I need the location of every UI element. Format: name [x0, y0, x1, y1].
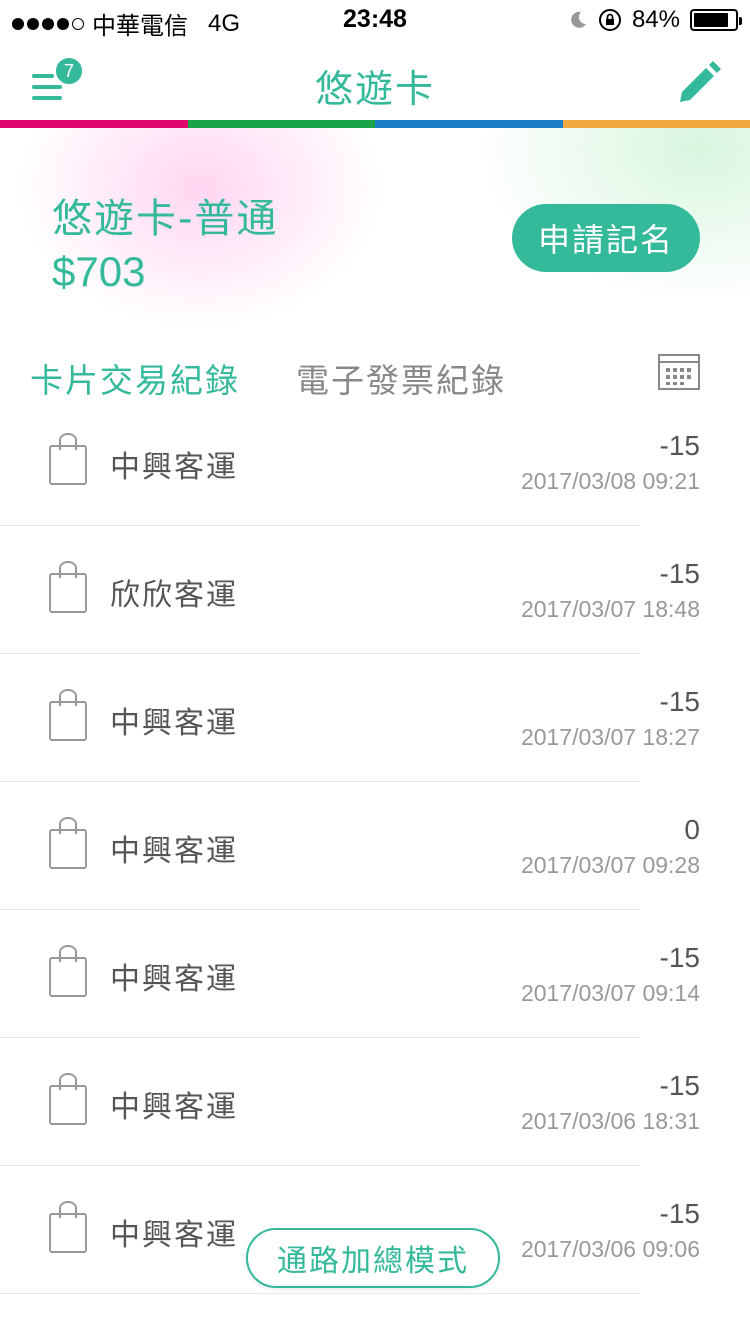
tab-card-transactions[interactable]: 卡片交易紀錄: [30, 354, 240, 402]
transaction-amount: -15: [659, 1070, 700, 1101]
transaction-amount: -15: [659, 558, 700, 589]
status-right: 84%: [568, 6, 742, 34]
merchant-name: 中興客運: [110, 962, 238, 997]
screen: 中華電信 4G 23:48 84% 7 悠遊卡 悠遊卡-普通 $703 申請記名…: [0, 0, 750, 1334]
merchant-name: 中興客運: [110, 834, 238, 869]
transaction-row[interactable]: 中興客運 -15 2017/03/07 18:27: [0, 654, 700, 782]
calendar-icon[interactable]: [658, 354, 700, 390]
transaction-amount: -15: [659, 942, 700, 973]
page-title: 悠遊卡: [314, 67, 435, 111]
transaction-amount: -15: [659, 430, 700, 461]
transaction-row-content: 中興客運 0 2017/03/07 09:28: [0, 782, 750, 910]
channel-total-mode-button[interactable]: 通路加總模式: [246, 1228, 500, 1288]
transaction-date: 2017/03/08 09:21: [520, 468, 700, 494]
battery-icon: [690, 9, 742, 31]
merchant-name: 中興客運: [110, 450, 238, 485]
strip-segment: [0, 120, 188, 128]
transaction-date: 2017/03/06 18:31: [520, 1108, 700, 1134]
tab-e-invoice[interactable]: 電子發票紀錄: [296, 354, 506, 402]
edit-pencil-icon[interactable]: [676, 60, 722, 106]
transaction-row-content: 中興客運 -15 2017/03/07 18:27: [0, 654, 750, 782]
transaction-row[interactable]: 中興客運 -15 2017/03/08 09:21: [0, 398, 700, 526]
transaction-amount: -15: [659, 1198, 700, 1229]
transaction-date: 2017/03/06 09:06: [520, 1236, 700, 1262]
transaction-row-content: 中興客運 -15 2017/03/08 09:21: [0, 398, 750, 526]
transaction-row-content: 中興客運 -15 2017/03/06 18:31: [0, 1038, 750, 1166]
transaction-amount: 0: [684, 814, 700, 845]
shopping-bag-icon: [49, 1201, 87, 1253]
merchant-name: 中興客運: [110, 1218, 238, 1253]
battery-percent: 84%: [631, 6, 680, 33]
shopping-bag-icon: [49, 817, 87, 869]
transaction-list: 中興客運 -15 2017/03/08 09:21 欣欣客運 -15 2017/…: [0, 398, 750, 1294]
battery-fill: [694, 13, 728, 27]
transaction-date: 2017/03/07 18:48: [520, 596, 700, 622]
card-header: 悠遊卡-普通 $703 申請記名 卡片交易紀錄 電子發票紀錄: [0, 128, 750, 418]
merchant-name: 中興客運: [110, 706, 238, 741]
color-strip: [0, 120, 750, 128]
register-button[interactable]: 申請記名: [512, 204, 700, 272]
moon-icon: [571, 11, 586, 28]
transaction-row[interactable]: 中興客運 -15 2017/03/06 18:31: [0, 1038, 700, 1166]
transaction-row-content: 中興客運 -15 2017/03/07 09:14: [0, 910, 750, 1038]
transaction-row[interactable]: 中興客運 -15 2017/03/07 09:14: [0, 910, 700, 1038]
transaction-date: 2017/03/07 09:28: [520, 852, 700, 878]
nav-bar: 7 悠遊卡: [0, 40, 750, 120]
transaction-row[interactable]: 欣欣客運 -15 2017/03/07 18:48: [0, 526, 700, 654]
transaction-row-content: 欣欣客運 -15 2017/03/07 18:48: [0, 526, 750, 654]
rotation-lock-icon: [598, 9, 621, 31]
transaction-date: 2017/03/07 09:14: [520, 980, 700, 1006]
status-bar: 中華電信 4G 23:48 84%: [0, 0, 750, 40]
shopping-bag-icon: [49, 689, 87, 741]
transaction-date: 2017/03/07 18:27: [520, 724, 700, 750]
merchant-name: 中興客運: [110, 1090, 238, 1125]
transaction-amount: -15: [659, 686, 700, 717]
transaction-row[interactable]: 中興客運 0 2017/03/07 09:28: [0, 782, 700, 910]
card-name: 悠遊卡-普通: [52, 196, 279, 242]
card-balance: $703: [52, 248, 146, 295]
strip-segment: [375, 120, 563, 128]
merchant-name: 欣欣客運: [110, 578, 238, 613]
shopping-bag-icon: [49, 1073, 87, 1125]
strip-segment: [562, 120, 750, 128]
shopping-bag-icon: [49, 433, 87, 485]
shopping-bag-icon: [49, 945, 87, 997]
strip-segment: [187, 120, 375, 128]
shopping-bag-icon: [49, 561, 87, 613]
